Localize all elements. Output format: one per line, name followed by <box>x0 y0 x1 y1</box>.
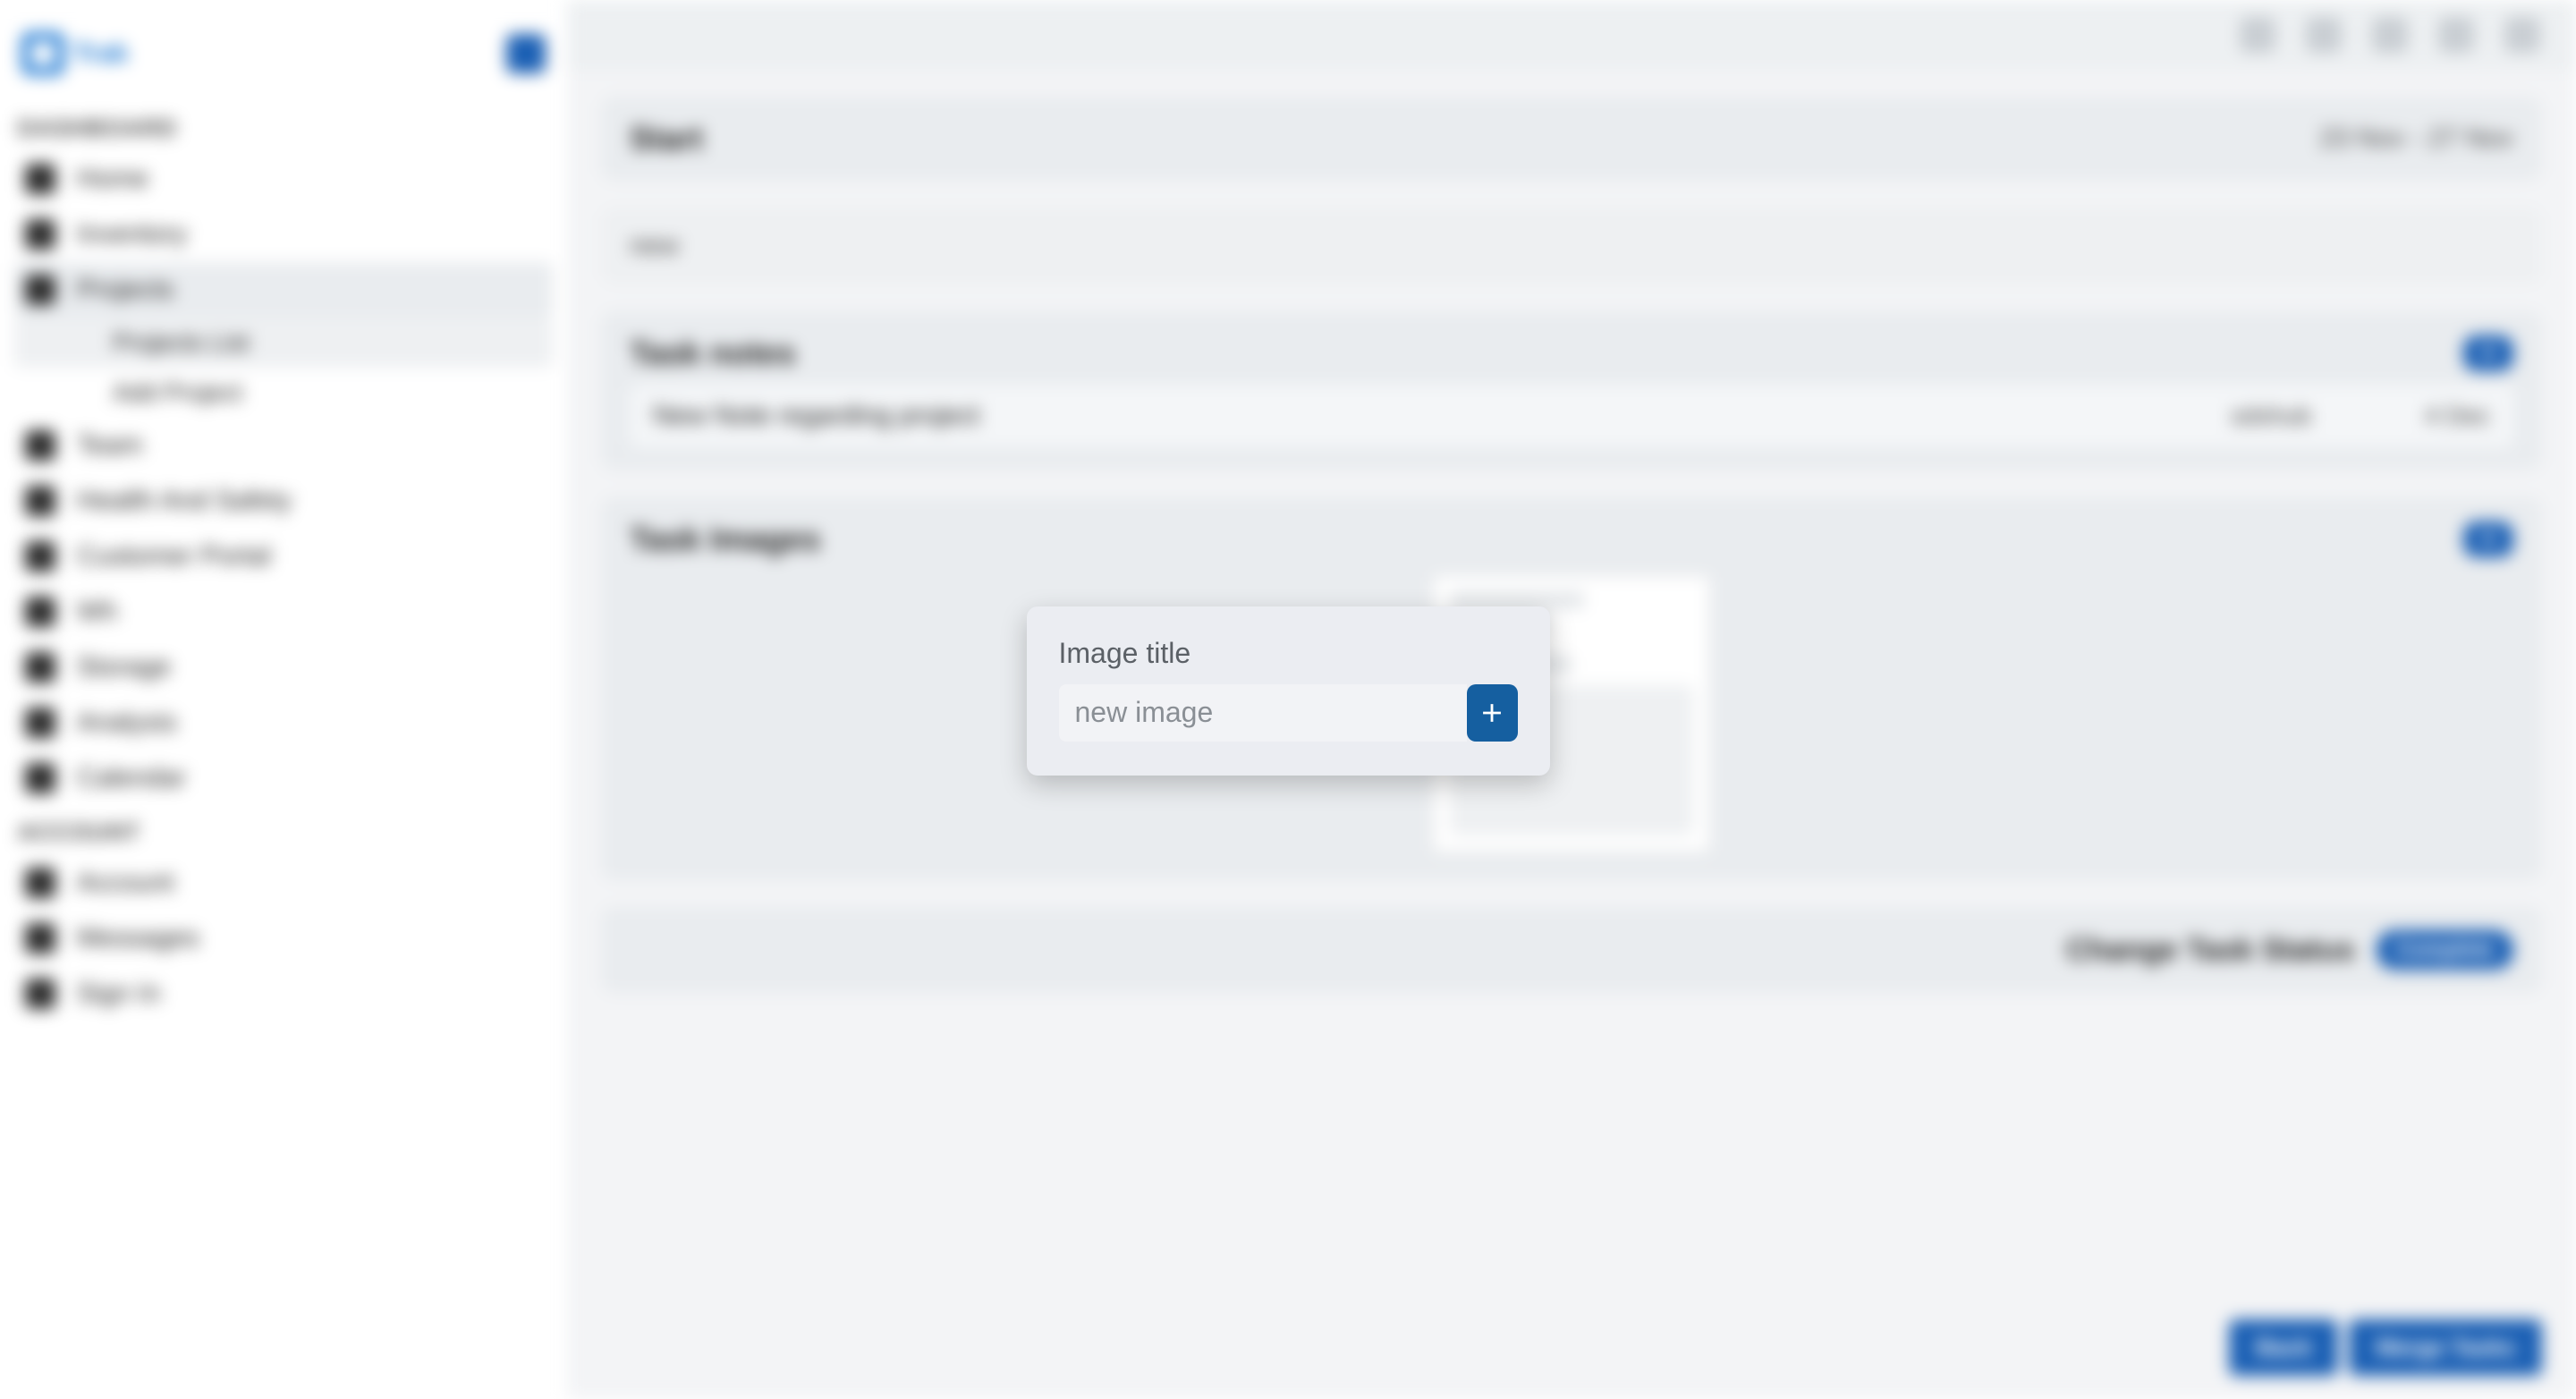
sidebar-subitem-label: Add Project <box>113 378 242 406</box>
sidebar-item-label: Account <box>77 868 174 898</box>
warehouse-icon <box>25 597 55 627</box>
sidebar-item-calendar[interactable]: Calendar <box>14 750 553 806</box>
sidebar-item-customer-portal[interactable]: Customer Portal <box>14 529 553 584</box>
modal-add-button[interactable] <box>1467 684 1518 742</box>
gear-icon[interactable] <box>2306 17 2342 53</box>
storage-icon <box>25 652 55 683</box>
status-change-label: Change Task Status <box>2066 933 2354 968</box>
shield-icon <box>25 486 55 516</box>
home-icon <box>25 164 55 194</box>
header-card: Start 23 Nov - 27 Nov <box>601 97 2542 181</box>
brand[interactable]: Trak <box>21 32 129 75</box>
sidebar-item-sign-in[interactable]: Sign In <box>14 966 553 1022</box>
complete-button[interactable]: Complete <box>2377 930 2513 970</box>
sidebar-item-analysis[interactable]: Analysis <box>14 695 553 750</box>
sidebar-item-messages[interactable]: Messages <box>14 911 553 966</box>
calendar-icon <box>25 763 55 793</box>
sidebar-item-home[interactable]: Home <box>14 151 553 207</box>
notes-card: Task notes + New Note regarding project … <box>601 311 2542 471</box>
notes-title: Task notes <box>630 335 795 372</box>
sidebar-subitem-projects-list[interactable]: Projects List <box>14 318 553 368</box>
note-row[interactable]: New Note regarding project sdshub 4 Dec <box>630 385 2513 447</box>
sidebar-item-inventory[interactable]: Inventory <box>14 207 553 262</box>
sidebar-item-label: Storage <box>77 652 171 683</box>
star-icon[interactable] <box>2240 17 2275 53</box>
plus-icon: + <box>2480 338 2496 369</box>
topbar <box>567 0 2576 70</box>
sidebar-item-label: Team <box>77 430 142 461</box>
section-label-account: ACCOUNT <box>18 818 553 846</box>
sidebar-item-team[interactable]: Team <box>14 418 553 473</box>
sidebar-item-label: Inventory <box>77 219 187 250</box>
sidebar: Trak DASHBOARD Home Inventory Projects P… <box>0 0 567 1399</box>
images-title: Task Images <box>630 521 820 558</box>
plus-icon: + <box>2480 524 2496 555</box>
section-label-dashboard: DASHBOARD <box>18 114 553 142</box>
brand-name: Trak <box>73 38 129 69</box>
sidebar-item-label: Health And Safety <box>77 486 292 516</box>
merge-tasks-button[interactable]: Merge Tasks <box>2349 1319 2542 1376</box>
add-note-button[interactable]: + <box>2463 335 2513 371</box>
footer-buttons: Back Merge Tasks <box>2229 1319 2542 1376</box>
note-author: sdshub <box>2114 402 2311 430</box>
image-title-modal: Image title <box>1027 606 1550 776</box>
sidebar-item-label: Home <box>77 164 148 194</box>
sidebar-subitem-label: Projects List <box>113 328 250 356</box>
projects-icon <box>25 275 55 305</box>
date-range: 23 Nov - 27 Nov <box>2319 123 2513 154</box>
back-button[interactable]: Back <box>2229 1319 2338 1376</box>
brand-logo-icon <box>21 32 64 75</box>
modal-label: Image title <box>1059 637 1518 670</box>
sidebar-item-wh[interactable]: Wh <box>14 584 553 640</box>
images-card: Task Images + <box>601 497 2542 880</box>
messages-icon <box>25 923 55 954</box>
sidebar-collapse-button[interactable] <box>506 34 546 73</box>
sidebar-item-label: Wh <box>77 597 117 627</box>
inventory-icon <box>25 219 55 250</box>
sidebar-item-label: Calendar <box>77 763 186 793</box>
sidebar-item-label: Projects <box>77 275 174 305</box>
team-icon <box>25 430 55 461</box>
sidebar-item-label: Messages <box>77 923 199 954</box>
page-title: Start <box>630 120 703 157</box>
status-card: new <box>601 208 2542 284</box>
sidebar-item-projects[interactable]: Projects <box>14 262 553 318</box>
sidebar-item-health-safety[interactable]: Health And Safety <box>14 473 553 529</box>
portal-icon <box>25 541 55 572</box>
image-title-input[interactable] <box>1059 684 1467 742</box>
expand-icon[interactable] <box>2504 17 2540 53</box>
signin-icon <box>25 979 55 1009</box>
plus-icon <box>1477 698 1507 728</box>
chart-icon <box>25 708 55 738</box>
sidebar-subitem-add-project[interactable]: Add Project <box>14 368 553 418</box>
add-image-button[interactable]: + <box>2463 521 2513 557</box>
sidebar-item-label: Sign In <box>77 979 160 1009</box>
main-content: Start 23 Nov - 27 Nov new Task notes + <box>567 0 2576 1399</box>
sidebar-item-label: Customer Portal <box>77 541 271 572</box>
user-icon <box>25 868 55 898</box>
note-date: 4 Dec <box>2311 402 2490 430</box>
sidebar-item-label: Analysis <box>77 708 177 738</box>
user-avatar-icon[interactable] <box>2438 17 2474 53</box>
note-text: New Note regarding project <box>653 401 2114 431</box>
status-word: new <box>630 231 679 260</box>
status-change-card: Change Task Status Complete <box>601 907 2542 993</box>
bell-icon[interactable] <box>2372 17 2408 53</box>
sidebar-item-account[interactable]: Account <box>14 855 553 911</box>
sidebar-item-storage[interactable]: Storage <box>14 640 553 695</box>
